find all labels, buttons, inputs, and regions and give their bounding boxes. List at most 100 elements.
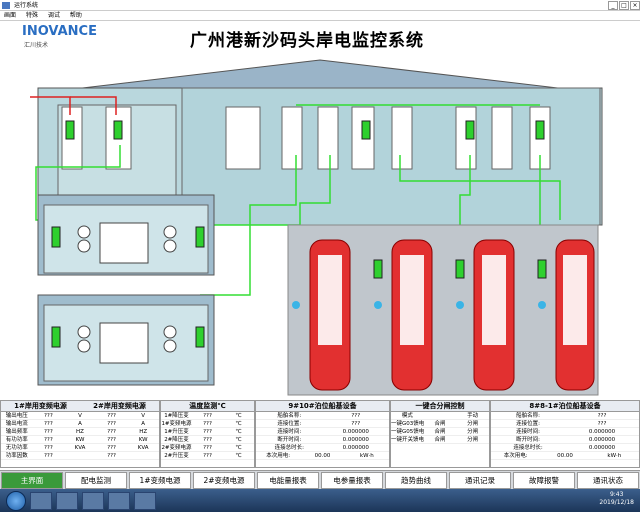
- ctl-cell: 合闸: [434, 437, 446, 443]
- nav-button[interactable]: 2#变频电源: [193, 472, 255, 489]
- clock: 9:43 2019/12/18: [599, 491, 634, 507]
- menu-item-help[interactable]: 帮助: [70, 12, 82, 19]
- control-rows: 模式 手动 一键G03馈电 合闸 分闸 一键G05馈电 合闸 分闸 一键开关馈电 合闸 分闸: [391, 412, 489, 444]
- berth8-rows: 船舶名称:??? 连接位置:??? 连接时间: 0.000000 断开时间: 0.0000…: [491, 412, 639, 460]
- app-icon: [2, 2, 10, 9]
- folder-icon[interactable]: [56, 491, 78, 510]
- minimize-button[interactable]: _: [608, 1, 618, 10]
- b9-cell: 断开时间:: [277, 437, 302, 443]
- b8-cell: 本次用电:: [503, 453, 528, 459]
- power-cell: ???: [107, 445, 116, 451]
- power-cell: 功率因数: [5, 453, 28, 459]
- power-row: 有功功率??? KW??? KW: [1, 436, 159, 444]
- temp-cell: 1#升压变: [164, 429, 189, 435]
- bottom-nav: 主界面 配电监测 1#变频电源 2#变频电源 电能量报表 电参量报表 趋势曲线 通讯记录 故障报…: [0, 470, 640, 489]
- nav-button[interactable]: 1#变频电源: [129, 472, 191, 489]
- power-cell: [127, 452, 159, 459]
- menu-item-special[interactable]: 特殊: [26, 12, 38, 19]
- menu-item-debug[interactable]: 调试: [48, 12, 60, 19]
- temp-cell: ???: [203, 453, 212, 459]
- berth9-rows: 船舶名称:??? 连接位置:??? 连接时间: 0.000000 断开时间: 0.0000…: [256, 412, 389, 460]
- window-titlebar: 运行系统 _ □ ×: [0, 0, 640, 11]
- b8-cell: 0.000000: [588, 445, 616, 451]
- temp-row: 2#降压变??? ℃: [161, 436, 254, 444]
- ctl-cell: 模式: [401, 413, 413, 419]
- temp-cell: ℃: [235, 429, 242, 435]
- nav-button[interactable]: 故障报警: [513, 472, 575, 489]
- inovance-icon[interactable]: [82, 491, 104, 510]
- menu-item-screen[interactable]: 画面: [4, 12, 16, 19]
- temp-row: 1#变频电源??? ℃: [161, 420, 254, 428]
- power-row: 输出频率??? HZ??? HZ: [1, 428, 159, 436]
- power-cell: ???: [107, 429, 116, 435]
- b9-cell: 0.000000: [342, 429, 369, 435]
- temp-cell: ℃: [235, 421, 242, 427]
- power-row: 功率因数??????: [1, 452, 159, 460]
- power-cell: ???: [44, 445, 53, 451]
- power-header-2: 2#岸用变频电源: [93, 402, 146, 410]
- power-rows: 输出电压??? V??? V 输出电流??? A??? A 输出频率??? HZ??? HZ 有功…: [1, 412, 159, 460]
- nav-button[interactable]: 电能量报表: [257, 472, 319, 489]
- temp-row: 1#降压变??? ℃: [161, 412, 254, 420]
- clock-time: 9:43: [609, 491, 624, 498]
- taskbar: [0, 489, 640, 512]
- word-icon[interactable]: [134, 491, 156, 510]
- ctl-cell: 分闸: [467, 421, 479, 427]
- nav-button[interactable]: 通讯记录: [449, 472, 511, 489]
- taskbar-items: [26, 491, 156, 510]
- power-cell: ???: [44, 413, 53, 419]
- start-button[interactable]: [6, 490, 26, 511]
- b8-cell: 连接总时长:: [513, 445, 543, 451]
- temp-row: 2#升压变??? ℃: [161, 452, 254, 460]
- temp-cell: 2#降压变: [164, 437, 189, 443]
- brand-sub: 汇川技术: [24, 42, 49, 49]
- power-table: 1#岸用变频电源 2#岸用变频电源 输出电压??? V??? V 输出电流??? A??…: [0, 400, 160, 468]
- temp-header: 温度监测℃: [161, 401, 254, 412]
- b9-cell: 00.00: [314, 453, 331, 459]
- temp-cell: 2#升压变: [164, 453, 189, 459]
- single-line-diagram: [30, 59, 603, 396]
- nav-button[interactable]: 配电监测: [65, 472, 127, 489]
- close-button[interactable]: ×: [630, 1, 640, 10]
- b8-row: 本次用电: 00.00 kW·h: [491, 452, 639, 460]
- power-cell: A: [141, 421, 146, 427]
- nav-button[interactable]: 趋势曲线: [385, 472, 447, 489]
- power-cell: 输出频率: [5, 429, 28, 435]
- power-cell: V: [141, 413, 146, 419]
- ie-icon[interactable]: [30, 491, 52, 510]
- ctl-cell: 一键G05馈电: [391, 429, 424, 435]
- nav-button[interactable]: 主界面: [1, 472, 63, 489]
- b9-row: 本次用电: 00.00 kW·h: [256, 452, 389, 460]
- b9-cell: ???: [351, 421, 361, 427]
- maximize-button[interactable]: □: [619, 1, 629, 10]
- power-cell: 有功功率: [5, 437, 28, 443]
- temp-rows: 1#降压变??? ℃ 1#变频电源??? ℃ 1#升压变??? ℃ 2#降压变??? ℃ 2#变…: [161, 412, 254, 460]
- power-cell: KW: [138, 437, 148, 443]
- b9-cell: kW·h: [359, 453, 374, 459]
- b9-row: 连接位置:???: [256, 420, 389, 428]
- temp-cell: ℃: [235, 453, 242, 459]
- inovance-icon[interactable]: [108, 491, 130, 510]
- page-title: 广州港新沙码头岸电监控系统: [190, 31, 424, 51]
- power-cell: ???: [44, 453, 53, 459]
- temp-table: 温度监测℃ 1#降压变??? ℃ 1#变频电源??? ℃ 1#升压变??? ℃ 2#降压变?…: [160, 400, 255, 468]
- power-cell: V: [78, 413, 82, 419]
- temp-cell: ℃: [235, 413, 242, 419]
- b8-row: 船舶名称:???: [491, 412, 639, 420]
- temp-cell: ???: [203, 437, 212, 443]
- menu-bar: 画面 特殊 调试 帮助: [0, 11, 640, 21]
- b9-row: 船舶名称:???: [256, 412, 389, 420]
- window-controls: _ □ ×: [607, 0, 640, 11]
- b8-cell: ???: [597, 413, 607, 419]
- ctl-row: 一键开关馈电 合闸 分闸: [391, 436, 489, 444]
- nav-button[interactable]: 通讯状态: [577, 472, 639, 489]
- power-row: 输出电压??? V??? V: [1, 412, 159, 420]
- b9-cell: 连接时间:: [277, 429, 302, 435]
- ctl-cell: 分闸: [467, 437, 479, 443]
- nav-button[interactable]: 电参量报表: [321, 472, 383, 489]
- power-cell: ???: [107, 421, 116, 427]
- b8-cell: 船舶名称:: [516, 413, 540, 419]
- ctl-cell: 手动: [467, 413, 479, 419]
- b9-cell: 0.000000: [342, 437, 369, 443]
- power-cell: ???: [107, 413, 116, 419]
